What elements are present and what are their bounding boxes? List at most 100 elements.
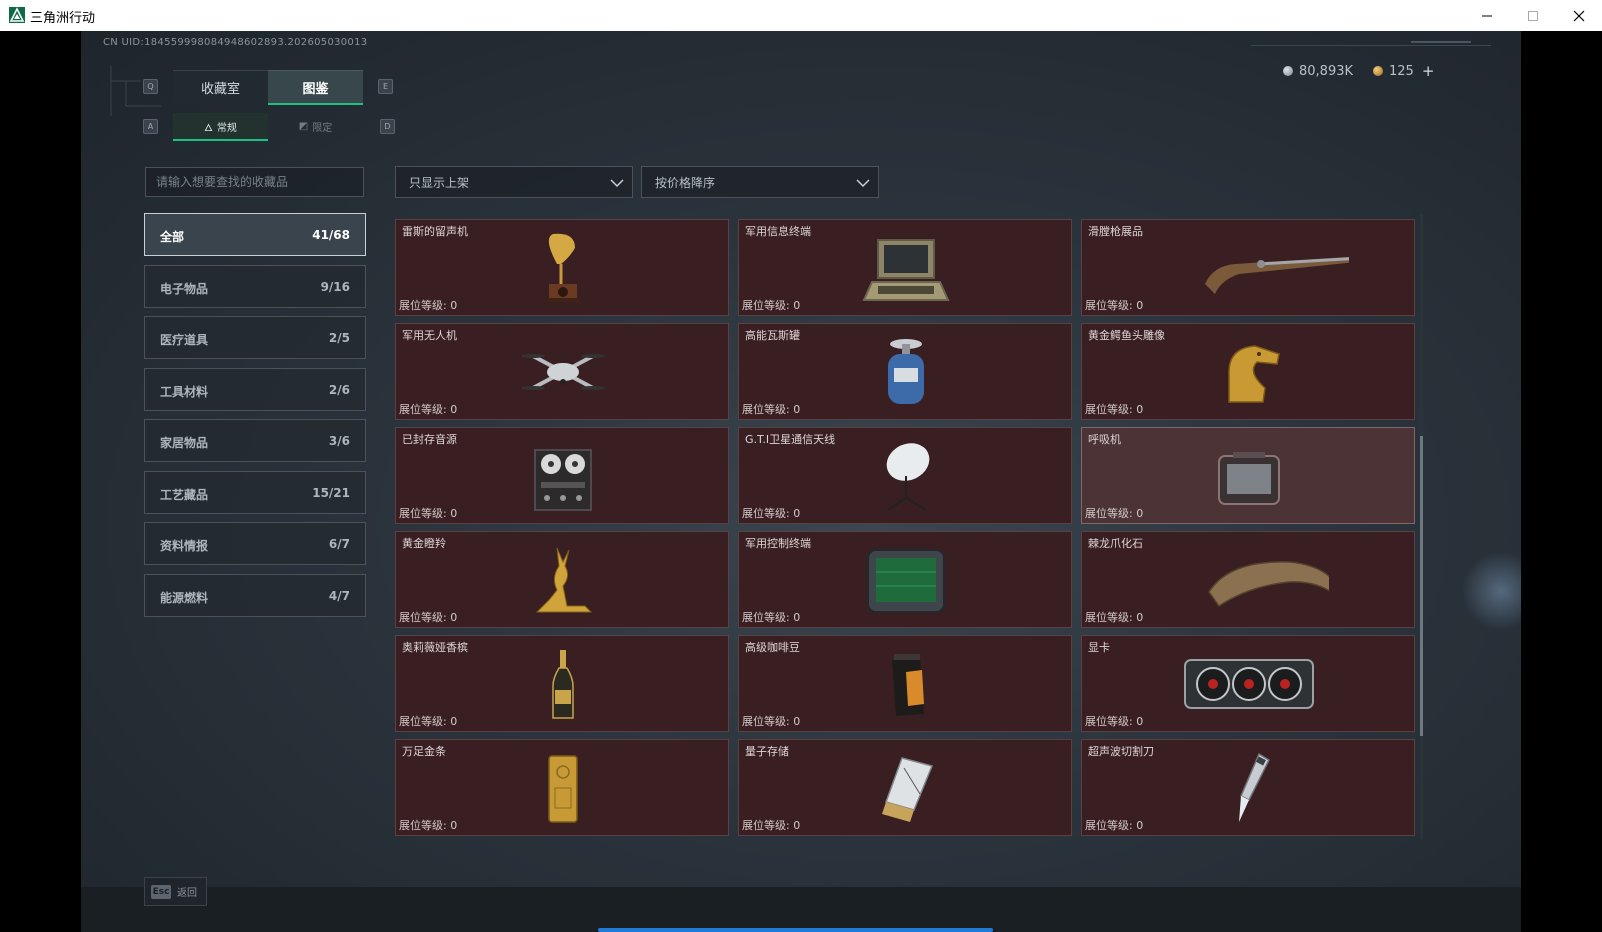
item-card[interactable]: 军用信息终端 展位等级: 0 <box>738 219 1072 316</box>
ventilator-icon <box>1218 452 1280 505</box>
item-card[interactable]: 万足金条 展位等级: 0 <box>395 739 729 836</box>
drone-icon <box>521 354 605 390</box>
letterbox-right <box>1521 31 1602 932</box>
gold-currency: 125 + <box>1373 61 1434 81</box>
bottom-bar <box>81 887 1521 932</box>
minimize-button[interactable] <box>1464 0 1510 31</box>
silver-coin-icon <box>1283 66 1293 76</box>
category-medical[interactable]: 医疗道具 2/5 <box>144 316 366 359</box>
flame-icon: 🜂 <box>204 122 213 134</box>
item-name: 显卡 <box>1088 641 1110 654</box>
shelf-filter-dropdown[interactable]: 只显示上架 <box>395 166 633 198</box>
category-name: 资料情报 <box>160 539 209 553</box>
category-crafts[interactable]: 工艺藏品 15/21 <box>144 470 366 514</box>
category-household[interactable]: 家居物品 3/6 <box>144 419 366 462</box>
tab-collection[interactable]: 收藏室 <box>173 70 268 103</box>
control-terminal-icon <box>867 549 945 613</box>
item-level: 展位等级: 0 <box>1085 715 1144 728</box>
champagne-icon <box>552 650 574 719</box>
search-input[interactable] <box>145 167 364 197</box>
item-card[interactable]: 奥莉薇娅香槟 展位等级: 0 <box>395 635 729 732</box>
shelf-filter-value: 只显示上架 <box>409 175 470 190</box>
gas-canister-icon <box>888 339 924 404</box>
item-card[interactable]: 军用控制终端 展位等级: 0 <box>738 531 1072 628</box>
item-name: 呼吸机 <box>1088 433 1121 446</box>
gramophone-icon <box>547 233 579 302</box>
category-electronics[interactable]: 电子物品 9/16 <box>144 264 366 308</box>
item-level: 展位等级: 0 <box>742 507 801 520</box>
category-count: 6/7 <box>328 537 350 551</box>
category-all[interactable]: 全部 41/68 <box>144 213 366 256</box>
subtab-limited[interactable]: ◩ 限定 <box>268 113 363 139</box>
claw-fossil-icon <box>1208 561 1329 608</box>
category-name: 能源燃料 <box>160 590 209 605</box>
item-card[interactable]: 滑膛枪展品 展位等级: 0 <box>1081 219 1415 316</box>
item-card[interactable]: 量子存储 展位等级: 0 <box>738 739 1072 836</box>
item-name: 滑膛枪展品 <box>1088 225 1143 238</box>
subtab-normal[interactable]: 🜂 常规 <box>173 113 268 141</box>
loading-progress-bar <box>598 928 993 932</box>
light-glow <box>1461 551 1521 631</box>
maximize-icon <box>1528 10 1538 21</box>
item-card[interactable]: 高能瓦斯罐 展位等级: 0 <box>738 323 1072 420</box>
item-card[interactable]: 黄金鳄鱼头雕像 展位等级: 0 <box>1081 323 1415 420</box>
reel-recorder-icon <box>534 449 592 511</box>
item-card[interactable]: 雷斯的留声机 展位等级: 0 <box>395 219 729 316</box>
item-level: 展位等级: 0 <box>399 715 458 728</box>
category-intel[interactable]: 资料情报 6/7 <box>144 522 366 565</box>
item-level: 展位等级: 0 <box>399 507 458 520</box>
item-level: 展位等级: 0 <box>1085 507 1144 520</box>
item-level: 展位等级: 0 <box>399 299 458 312</box>
item-card[interactable]: 黄金瞪羚 展位等级: 0 <box>395 531 729 628</box>
tab-codex[interactable]: 图鉴 <box>268 70 363 105</box>
item-name: 已封存音源 <box>402 433 457 446</box>
gold-coin-icon <box>1373 66 1383 76</box>
gold-bar-icon <box>548 755 578 823</box>
category-name: 医疗道具 <box>160 333 209 347</box>
category-tools[interactable]: 工具材料 2/6 <box>144 367 366 411</box>
subtab-normal-label: 常规 <box>216 122 237 134</box>
next-tab-key[interactable]: E <box>378 79 393 94</box>
category-count: 41/68 <box>312 228 350 242</box>
grid-scroll-thumb[interactable] <box>1420 436 1423 736</box>
item-card[interactable]: 高级咖啡豆 展位等级: 0 <box>738 635 1072 732</box>
ultrasonic-knife-icon <box>1239 752 1270 822</box>
subtab-limited-label: 限定 <box>312 122 333 134</box>
item-card[interactable]: 呼吸机 展位等级: 0 <box>1081 427 1415 524</box>
item-name: 军用无人机 <box>402 329 457 342</box>
item-name: 军用控制终端 <box>745 537 811 550</box>
item-card[interactable]: G.T.I卫星通信天线 展位等级: 0 <box>738 427 1072 524</box>
next-subtab-key[interactable]: D <box>380 119 395 134</box>
item-name: 高能瓦斯罐 <box>745 329 800 342</box>
back-button[interactable]: Esc 返回 <box>144 877 207 906</box>
graphics-card-icon <box>1184 659 1314 709</box>
back-label: 返回 <box>177 888 197 899</box>
item-name: 棘龙爪化石 <box>1088 537 1143 550</box>
musket-icon <box>1205 256 1349 294</box>
category-fuel[interactable]: 能源燃料 4/7 <box>144 573 366 617</box>
chevron-down-icon <box>856 179 870 188</box>
category-name: 电子物品 <box>160 281 209 296</box>
sort-dropdown[interactable]: 按价格降序 <box>641 166 879 198</box>
item-card[interactable]: 已封存音源 展位等级: 0 <box>395 427 729 524</box>
window-titlebar: 三角洲行动 <box>0 0 1602 32</box>
item-name: 超声波切割刀 <box>1088 745 1154 758</box>
add-currency-button[interactable]: + <box>1422 62 1435 80</box>
category-count: 3/6 <box>328 434 350 448</box>
item-level: 展位等级: 0 <box>742 299 801 312</box>
item-card[interactable]: 军用无人机 展位等级: 0 <box>395 323 729 420</box>
item-card[interactable]: 超声波切割刀 展位等级: 0 <box>1081 739 1415 836</box>
item-name: 军用信息终端 <box>745 225 811 238</box>
close-button[interactable] <box>1556 0 1602 31</box>
maximize-button[interactable] <box>1510 0 1556 31</box>
sort-value: 按价格降序 <box>655 175 716 190</box>
coffee-bag-icon <box>892 654 924 716</box>
prev-subtab-key[interactable]: A <box>143 119 158 134</box>
game-viewport: CN UID:184559998084948602893.20260503001… <box>81 31 1521 932</box>
app-logo-icon <box>9 7 25 23</box>
item-card[interactable]: 显卡 展位等级: 0 <box>1081 635 1415 732</box>
prev-tab-key[interactable]: Q <box>143 79 158 94</box>
item-card[interactable]: 棘龙爪化石 展位等级: 0 <box>1081 531 1415 628</box>
military-terminal-icon <box>862 239 950 301</box>
item-level: 展位等级: 0 <box>742 715 801 728</box>
